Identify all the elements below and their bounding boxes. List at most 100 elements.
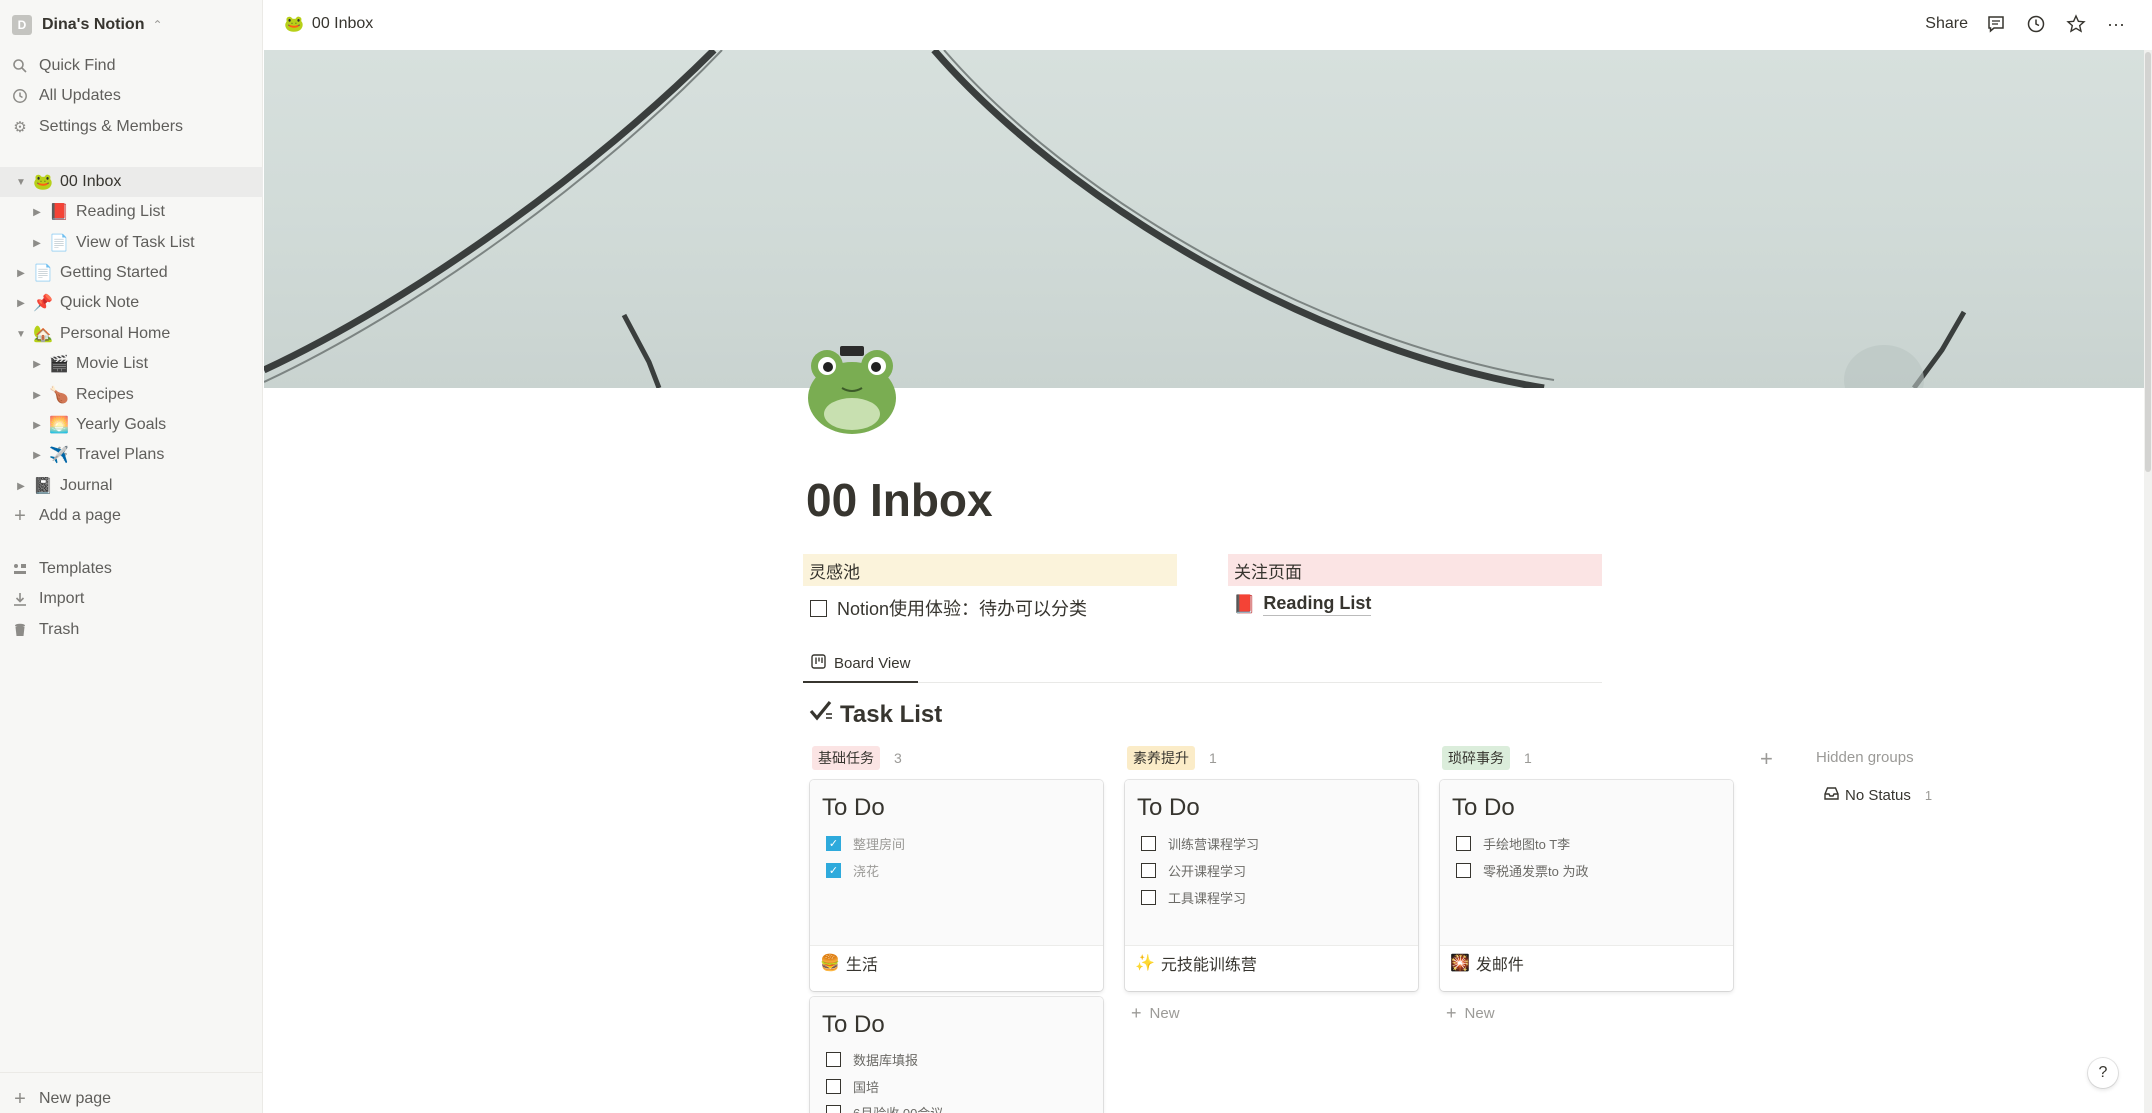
sidebar-item-movie-list[interactable]: ▶ 🎬 Movie List [0,349,263,379]
task-text: 国培 [853,1080,880,1095]
toggle-collapsed-icon[interactable]: ▶ [14,298,28,309]
sidebar-item-label: Movie List [76,355,149,372]
star-icon[interactable] [2064,12,2088,36]
toggle-expanded-icon[interactable]: ▼ [14,329,28,340]
toggle-collapsed-icon[interactable]: ▶ [30,390,44,401]
group-header-literacy[interactable]: 素养提升 1 [1127,746,1217,770]
sidebar-item-all-updates[interactable]: All Updates [0,81,263,111]
new-page-button[interactable]: + New page [0,1084,263,1113]
card-task: ✓ 整理房间 [826,834,905,853]
group-header-misc[interactable]: 琐碎事务 1 [1442,746,1532,770]
add-page-label: Add a page [39,507,121,524]
toggle-collapsed-icon[interactable]: ▶ [30,420,44,431]
new-card-button[interactable]: + New [1446,1003,1495,1024]
add-page-button[interactable]: + Add a page [0,501,263,531]
more-icon[interactable]: ··· [2104,12,2128,36]
toggle-collapsed-icon[interactable]: ▶ [30,238,44,249]
frog-icon[interactable] [802,338,902,438]
new-card-button[interactable]: + New [1131,1003,1180,1024]
toggle-collapsed-icon[interactable]: ▶ [30,207,44,218]
card-task: 手绘地图to T李 [1456,834,1570,853]
breadcrumb-label: 00 Inbox [311,15,374,32]
add-group-icon[interactable]: + [1760,746,1773,772]
card-task: 数据库填报 [826,1050,918,1069]
checkbox[interactable] [810,599,827,617]
toggle-collapsed-icon[interactable]: ▶ [14,481,28,492]
task-text: 6月验收 00会议 [853,1103,943,1113]
sidebar-item-view-of-task-list[interactable]: ▶ 📄 View of Task List [0,228,263,258]
checkbox-icon [1141,863,1156,878]
no-status-count: 1 [1924,787,1933,803]
sidebar-item-reading-list[interactable]: ▶ 📕 Reading List [0,197,263,227]
task-text: 整理房间 [853,837,906,852]
sidebar-item-label: Quick Find [39,57,116,74]
tab-board-view[interactable]: Board View [803,645,919,683]
history-icon[interactable] [2024,12,2048,36]
topbar: 🐸 00 Inbox Share ··· [264,0,2152,50]
sidebar-item-label: Recipes [76,386,134,403]
sidebar-item-00-inbox[interactable]: ▼ 🐸 00 Inbox [0,167,263,197]
task-text: 数据库填报 [853,1053,919,1068]
check-icon [808,698,834,731]
sidebar-item-settings[interactable]: ⚙ Settings & Members [0,112,263,142]
task-text: 浇花 [853,864,880,879]
scrollbar-thumb[interactable] [2145,52,2151,472]
card-preview: To Do 训练营课程学习 公开课程学习 工具课程学习 [1125,780,1418,945]
hidden-group-no-status[interactable]: No Status 1 [1824,786,1932,804]
breadcrumb[interactable]: 🐸 00 Inbox [284,14,373,34]
toggle-collapsed-icon[interactable]: ▶ [14,268,28,279]
card-task: 公开课程学习 [1141,861,1246,880]
sidebar-item-personal-home[interactable]: ▼ 🏡 Personal Home [0,319,263,349]
checkbox-icon [1456,836,1471,851]
sidebar-item-quick-find[interactable]: Quick Find [0,51,263,81]
group-header-basic[interactable]: 基础任务 3 [812,746,902,770]
todo-text: Notion使用体验：待办可以分类 [837,599,1088,619]
card-title: 🍔 生活 [810,945,1103,980]
page-link-reading-list[interactable]: 📕 Reading List [1233,593,1372,616]
templates-icon [10,561,30,577]
comment-icon[interactable] [1984,12,2008,36]
sidebar-item-quick-note[interactable]: ▶ 📌 Quick Note [0,288,263,318]
toggle-collapsed-icon[interactable]: ▶ [30,359,44,370]
workspace-switcher[interactable]: D Dina's Notion ⌃ [0,10,263,40]
frog-icon: 🐸 [284,16,304,33]
sidebar-item-getting-started[interactable]: ▶ 📄 Getting Started [0,258,263,288]
task-text: 公开课程学习 [1168,864,1247,879]
sidebar-item-journal[interactable]: ▶ 📓 Journal [0,471,263,501]
sidebar-item-label: Trash [39,621,80,638]
sidebar-item-trash[interactable]: Trash [0,615,263,645]
card-preview: To Do ✓ 整理房间 ✓ 浇花 [810,780,1103,945]
cover-image [264,50,2152,388]
callout-ideas-header[interactable]: 灵感池 [803,554,1177,586]
gear-icon: ⚙ [13,119,27,136]
page-icon: 📄 [49,235,69,252]
scrollbar[interactable] [2144,50,2152,1113]
sidebar-item-travel-plans[interactable]: ▶ ✈️ Travel Plans [0,440,263,470]
group-count: 1 [1209,750,1217,766]
view-tabs: Board View [803,645,1602,683]
task-text: 训练营课程学习 [1168,837,1260,852]
board-card[interactable]: To Do 数据库填报 国培 6月验收 00会议 [810,997,1103,1113]
card-heading: To Do [1452,794,1515,821]
sidebar-item-recipes[interactable]: ▶ 🍗 Recipes [0,380,263,410]
board-card[interactable]: To Do 手绘地图to T李 零税通发票to 为政 🎇 发邮件 [1440,780,1733,991]
plus-icon: + [1446,1003,1457,1023]
help-button[interactable]: ? [2088,1058,2118,1088]
database-title[interactable]: Task List [808,698,942,731]
drumstick-icon: 🍗 [49,387,69,404]
todo-item[interactable]: Notion使用体验：待办可以分类 [810,595,1087,621]
plus-icon: + [14,504,26,527]
board-card[interactable]: To Do 训练营课程学习 公开课程学习 工具课程学习 ✨ 元技能训练营 [1125,780,1418,991]
sidebar-item-label: View of Task List [76,234,195,251]
share-button[interactable]: Share [1925,15,1968,33]
sidebar-item-yearly-goals[interactable]: ▶ 🌅 Yearly Goals [0,410,263,440]
page-title[interactable]: 00 Inbox [806,473,993,527]
board-card[interactable]: To Do ✓ 整理房间 ✓ 浇花 🍔 生活 [810,780,1103,991]
toggle-expanded-icon[interactable]: ▼ [14,177,28,188]
toggle-collapsed-icon[interactable]: ▶ [30,450,44,461]
sidebar-item-import[interactable]: Import [0,584,263,614]
new-page-label: New page [39,1090,112,1107]
callout-follow-header[interactable]: 关注页面 [1228,554,1602,586]
sidebar-item-templates[interactable]: Templates [0,554,263,584]
task-text: 工具课程学习 [1168,891,1247,906]
